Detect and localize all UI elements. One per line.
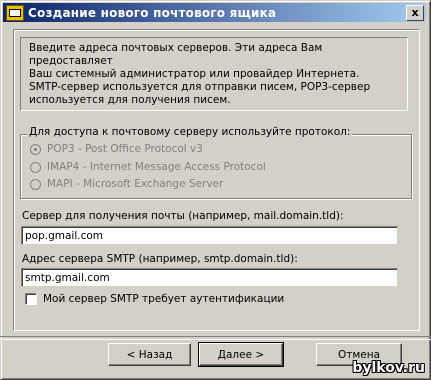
radio-imap4[interactable]: IMAP4 - Internet Message Access Protocol <box>30 161 266 173</box>
mail-app-icon <box>6 4 24 21</box>
info-line: используется для получения писем. <box>29 94 231 106</box>
smtp-server-label: Адрес сервера SMTP (например, smtp.domai… <box>22 253 298 265</box>
radio-button-icon[interactable] <box>30 178 41 190</box>
radio-label: MAPI - Microsoft Exchange Server <box>47 178 224 190</box>
incoming-server-label: Сервер для получения почты (например, ma… <box>22 210 344 222</box>
close-button[interactable]: x <box>406 5 424 21</box>
footer-separator <box>0 336 431 340</box>
next-button[interactable]: Далее > <box>198 342 284 367</box>
protocol-legend: Для доступа к почтовому серверу использу… <box>27 126 353 138</box>
smtp-auth-label: Мой сервер SMTP требует аутентификации <box>43 293 285 305</box>
info-box: Введите адреса почтовых серверов. Эти ад… <box>20 37 408 111</box>
incoming-server-input[interactable]: pop.gmail.com <box>21 226 398 245</box>
radio-pop3[interactable]: POP3 - Post Office Protocol v3 <box>30 143 203 155</box>
smtp-server-input[interactable]: smtp.gmail.com <box>21 268 398 287</box>
info-line: Введите адреса почтовых серверов. Эти ад… <box>29 42 323 67</box>
radio-button-icon[interactable] <box>30 143 41 155</box>
info-line: Ваш системный администратор или провайде… <box>29 68 360 80</box>
radio-button-icon[interactable] <box>30 161 41 173</box>
title-bar: Создание нового почтового ящика x <box>3 3 426 22</box>
window-title: Создание нового почтового ящика <box>28 5 277 20</box>
site-watermark: bylkov.ru <box>352 360 425 376</box>
radio-label: IMAP4 - Internet Message Access Protocol <box>47 161 266 173</box>
smtp-auth-checkbox-row[interactable]: Мой сервер SMTP требует аутентификации <box>25 293 284 305</box>
back-button[interactable]: < Назад <box>108 343 191 366</box>
radio-mapi[interactable]: MAPI - Microsoft Exchange Server <box>30 178 223 190</box>
info-line: SMTP-сервер используется для отправки пи… <box>29 81 371 93</box>
smtp-auth-checkbox[interactable] <box>25 293 37 305</box>
radio-label: POP3 - Post Office Protocol v3 <box>47 143 203 155</box>
